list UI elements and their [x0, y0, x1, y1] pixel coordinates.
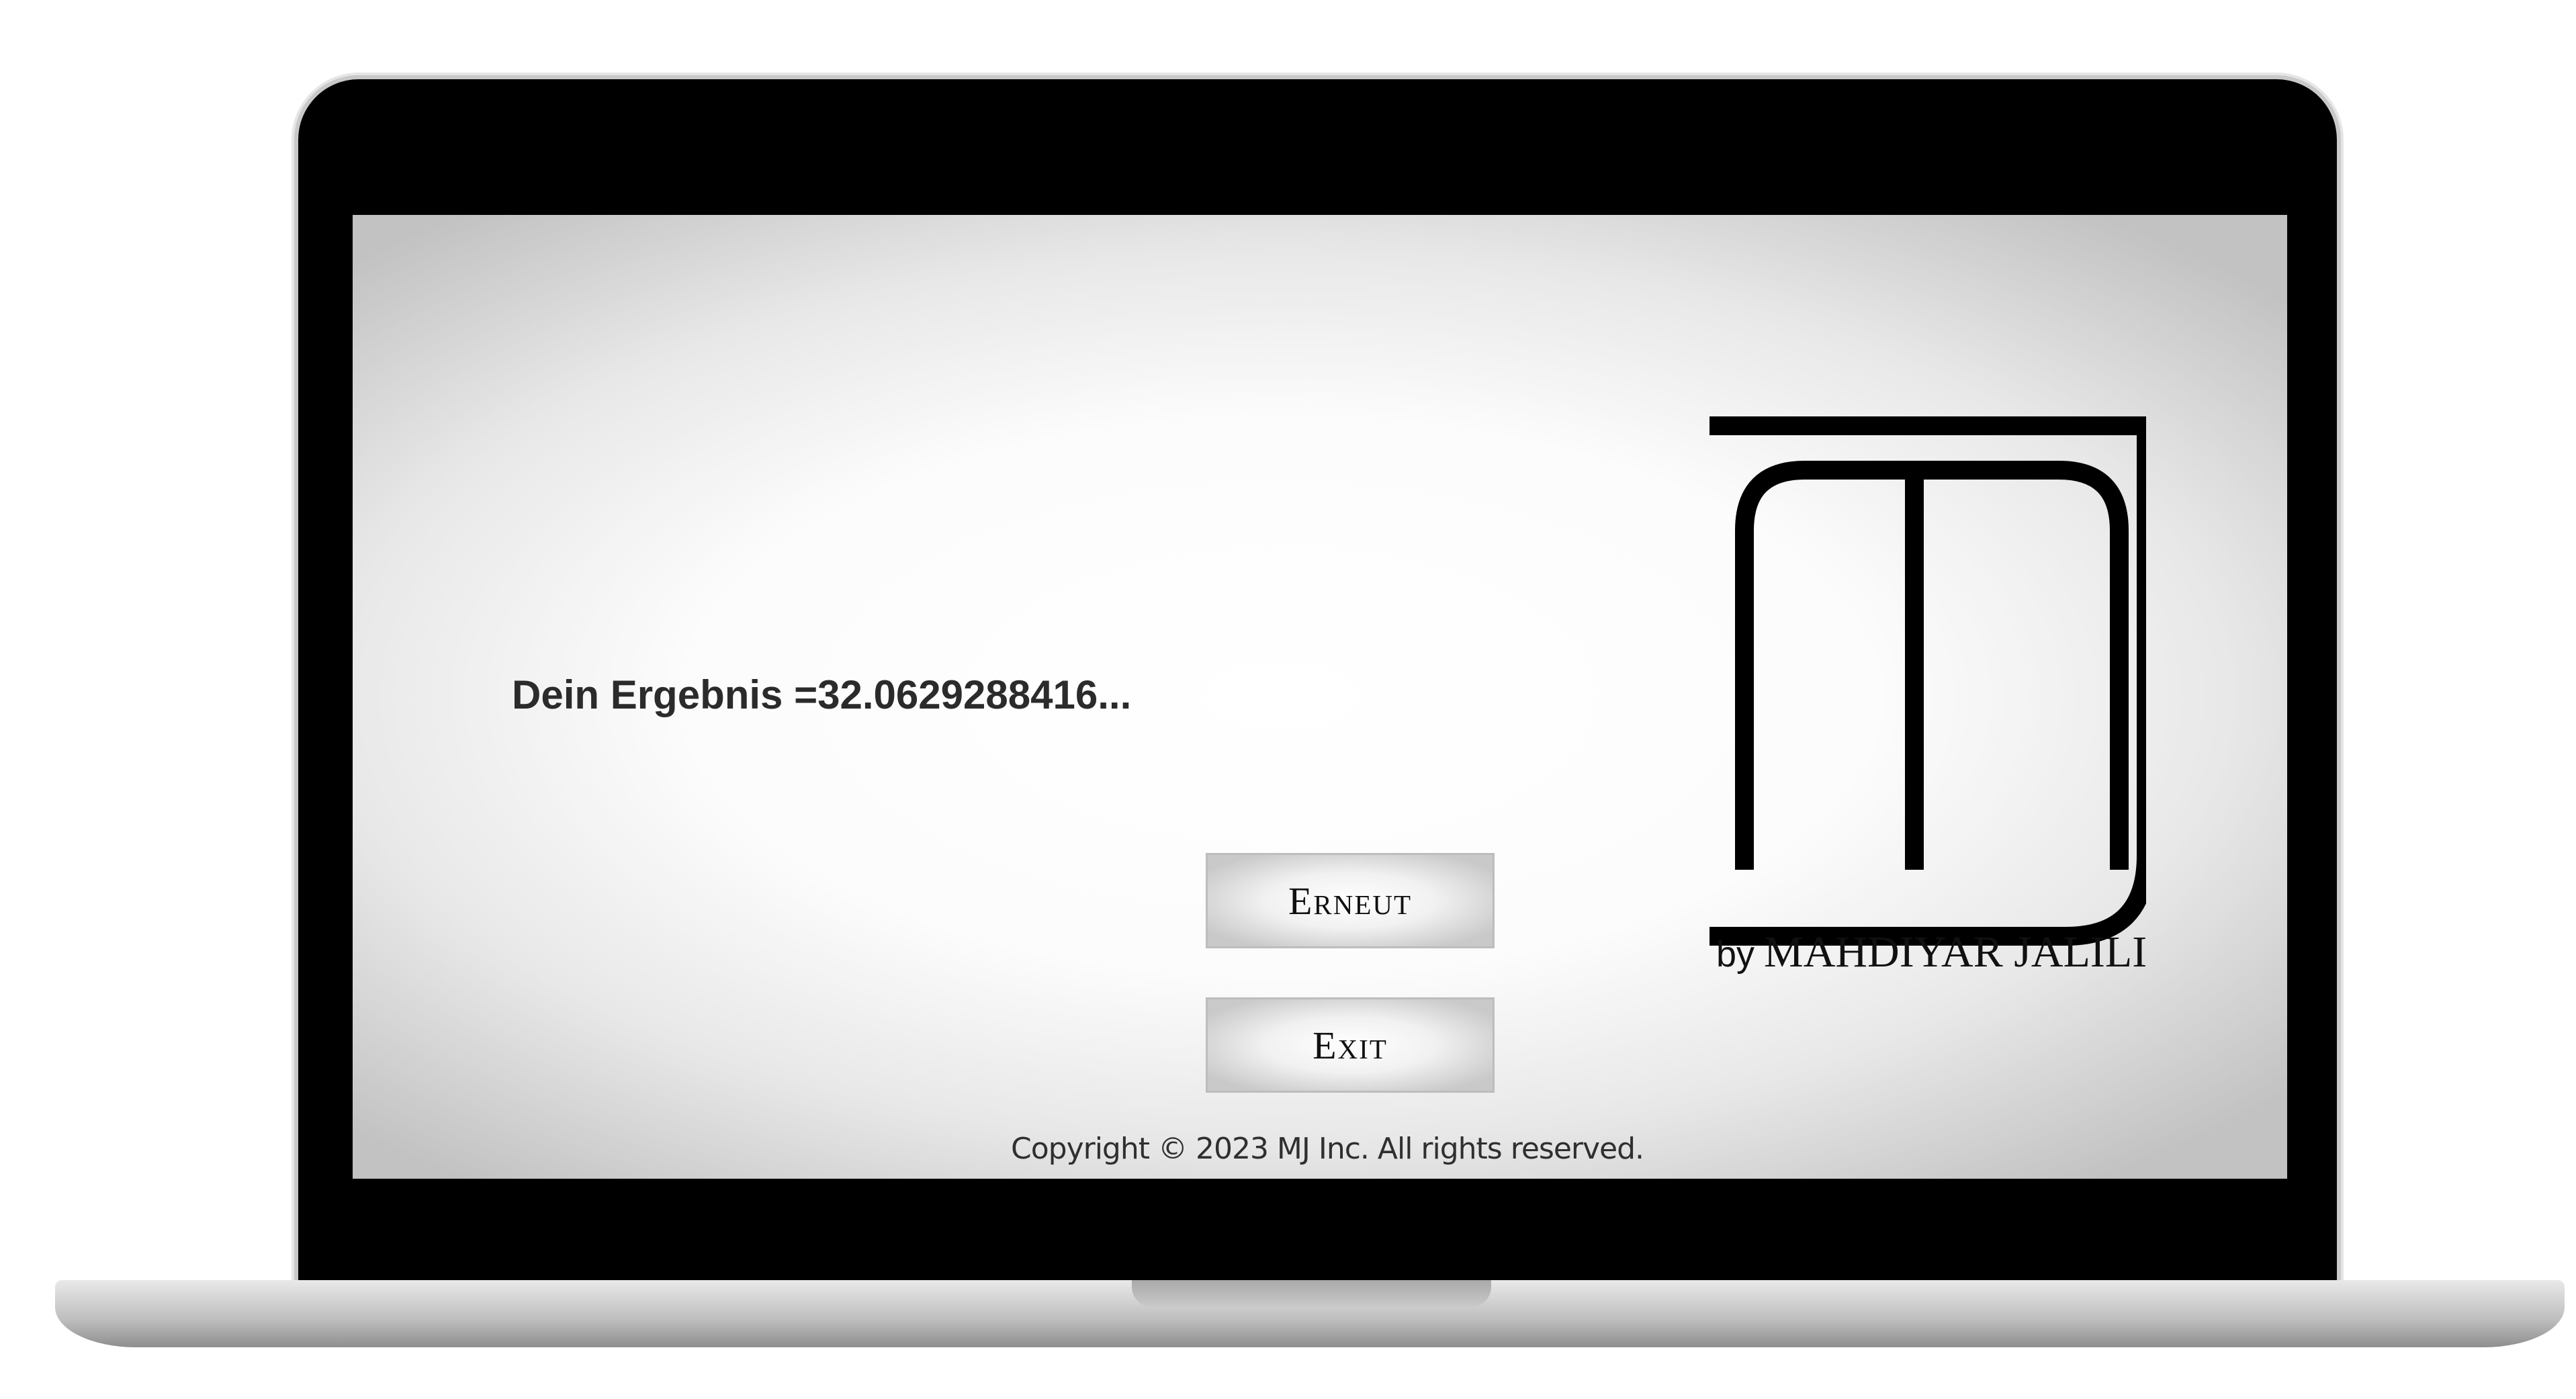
copyright-text: Copyright © 2023 MJ Inc. All rights rese…	[1011, 1132, 1644, 1166]
logo-name: MAHDIYAR JALILI	[1764, 928, 2147, 977]
again-button-label: Erneut	[1288, 878, 1413, 923]
logo-by: by	[1716, 934, 1755, 975]
result-text: Dein Ergebnis =32.0629288416...	[512, 672, 1132, 717]
mj-monogram-icon	[1709, 416, 2146, 946]
stage: Dein Ergebnis =32.0629288416... Erneut E…	[0, 0, 2576, 1399]
app-screen: Dein Ergebnis =32.0629288416... Erneut E…	[353, 215, 2287, 1179]
again-button[interactable]: Erneut	[1206, 853, 1495, 948]
logo-caption: by MAHDIYAR JALILI	[1716, 927, 2147, 978]
laptop-notch	[1132, 1280, 1491, 1307]
exit-button[interactable]: Exit	[1206, 997, 1495, 1093]
exit-button-label: Exit	[1313, 1023, 1388, 1067]
